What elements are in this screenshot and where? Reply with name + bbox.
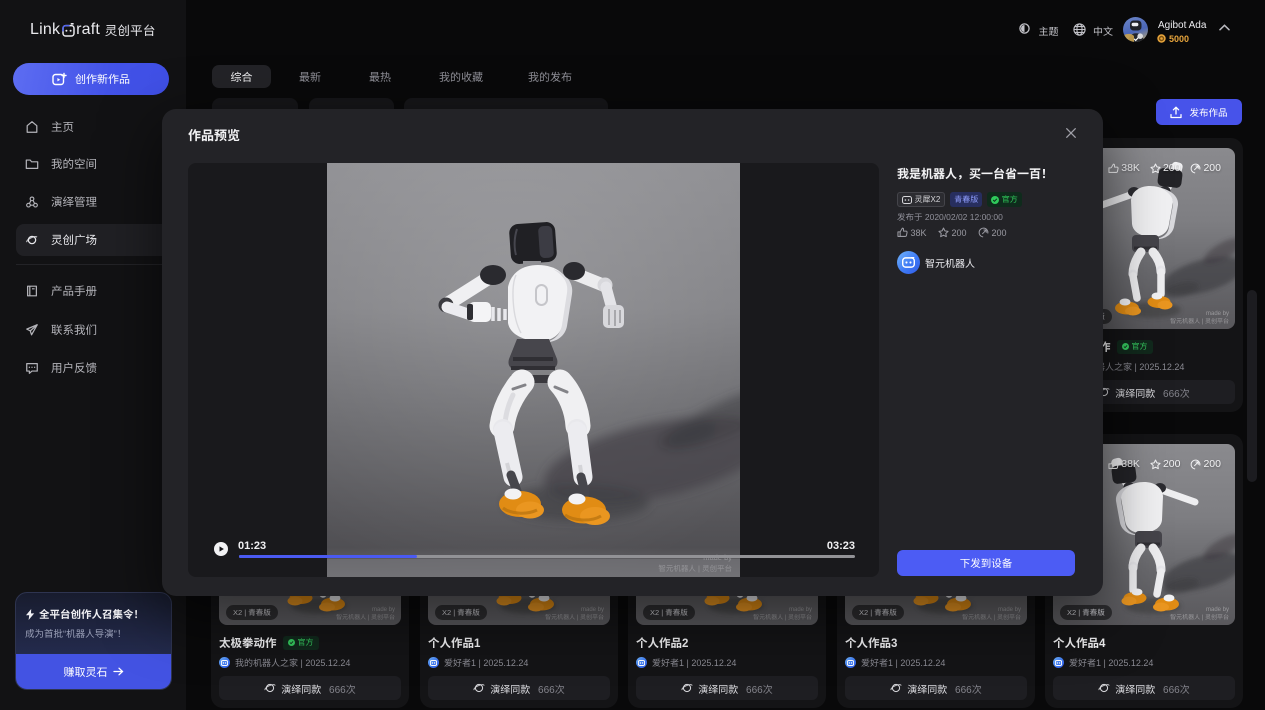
- svg-text:智元机器人 | 灵创平台: 智元机器人 | 灵创平台: [658, 564, 732, 573]
